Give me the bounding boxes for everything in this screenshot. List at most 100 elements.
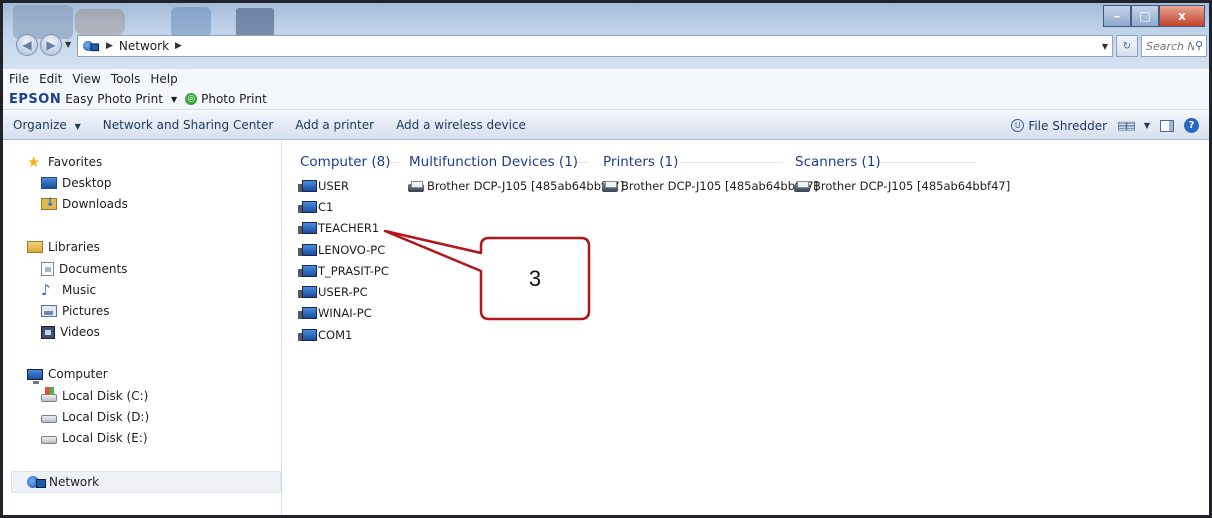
nav-downloads-label: Downloads [62, 197, 128, 211]
menu-help[interactable]: Help [150, 72, 177, 86]
search-icon[interactable]: ⚲ [1195, 39, 1203, 52]
refresh-icon: ↻ [1122, 40, 1132, 52]
nav-downloads[interactable]: Downloads [41, 195, 128, 213]
network-computer-icon [298, 328, 317, 342]
computer-item-t-prasit-pc[interactable]: T_PRASIT-PC [298, 262, 389, 280]
breadcrumb-network[interactable]: Network [119, 39, 169, 53]
scanner-device-item[interactable]: Brother DCP-J105 [485ab64bbf47] [793, 177, 1010, 195]
close-button[interactable]: x [1159, 5, 1205, 27]
refresh-button[interactable]: ↻ [1116, 35, 1138, 57]
group-divider [679, 162, 782, 163]
file-shredder-label: File Shredder [1028, 118, 1108, 133]
disk-icon [41, 415, 57, 423]
network-sharing-center-button[interactable]: Network and Sharing Center [103, 118, 274, 132]
network-icon [82, 40, 100, 52]
breadcrumb-arrow-icon[interactable]: ▶ [106, 41, 113, 51]
printer-icon [601, 180, 619, 193]
epson-toolbar: EPSON Easy Photo Print ▼ ◎ Photo Print [3, 89, 1209, 110]
nav-documents[interactable]: Documents [41, 260, 127, 278]
nav-local-disk-e[interactable]: Local Disk (E:) [41, 429, 148, 447]
forward-button[interactable]: ▶ [40, 34, 62, 56]
nav-desktop-label: Desktop [62, 176, 112, 190]
nav-libraries[interactable]: Libraries [27, 238, 100, 256]
easy-photo-print-button[interactable]: Easy Photo Print [65, 92, 163, 106]
address-dropdown-icon[interactable]: ▼ [1102, 42, 1108, 51]
breadcrumb-arrow-icon[interactable]: ▶ [175, 41, 182, 51]
star-icon: ★ [27, 153, 41, 171]
videos-icon [41, 325, 55, 339]
computer-item-label: TEACHER1 [318, 221, 380, 235]
nav-local-disk-d[interactable]: Local Disk (D:) [41, 408, 149, 426]
file-shredder-icon: U [1011, 119, 1025, 132]
navigation-pane: ★ Favorites Desktop Downloads Libraries … [3, 141, 282, 515]
content-pane: Computer (8) Multifunction Devices (1) P… [283, 141, 1209, 515]
explorer-window: – □ x ◀ ▶ ▼ ▶ Network ▶ ▼ ↻ ⚲ [0, 0, 1212, 518]
help-icon[interactable]: ? [1184, 118, 1199, 133]
downloads-icon [41, 195, 57, 210]
back-arrow-icon: ◀ [22, 38, 32, 52]
computer-item-teacher1[interactable]: TEACHER1 [298, 219, 379, 237]
nav-desktop[interactable]: Desktop [41, 174, 112, 192]
network-computer-icon [298, 306, 317, 320]
printer-device-item[interactable]: Brother DCP-J105 [485ab64bbf47] [601, 177, 818, 195]
nav-libraries-label: Libraries [48, 240, 100, 254]
preview-pane-icon[interactable] [1160, 119, 1174, 132]
photo-print-button[interactable]: Photo Print [201, 92, 267, 106]
network-computer-icon [298, 264, 317, 278]
menu-tools[interactable]: Tools [111, 72, 141, 86]
nav-network[interactable]: Network [27, 473, 99, 491]
menu-edit[interactable]: Edit [39, 72, 62, 86]
address-bar[interactable]: ▶ Network ▶ ▼ [77, 35, 1113, 57]
nav-pictures[interactable]: Pictures [41, 302, 110, 320]
group-divider [880, 162, 975, 163]
menu-file[interactable]: File [9, 72, 29, 86]
change-view-icon[interactable]: ▤▤ [1117, 119, 1136, 132]
maximize-button[interactable]: □ [1131, 5, 1159, 27]
organize-button[interactable]: Organize ▼ [13, 118, 81, 132]
chevron-down-icon: ▼ [74, 122, 81, 131]
group-divider [577, 162, 588, 163]
title-bar: – □ x ◀ ▶ ▼ ▶ Network ▶ ▼ ↻ ⚲ [3, 3, 1209, 69]
file-shredder-button[interactable]: U File Shredder [1011, 119, 1107, 133]
add-printer-button[interactable]: Add a printer [295, 118, 374, 132]
music-icon: ♪ [41, 281, 51, 299]
group-divider [390, 162, 400, 163]
computer-item-c1[interactable]: C1 [298, 198, 333, 216]
menu-view[interactable]: View [72, 72, 100, 86]
nav-local-disk-d-label: Local Disk (D:) [62, 410, 150, 424]
add-wireless-device-button[interactable]: Add a wireless device [396, 118, 526, 132]
computer-item-label: T_PRASIT-PC [318, 264, 389, 278]
recent-pages-dropdown[interactable]: ▼ [65, 40, 71, 49]
group-header-computer[interactable]: Computer (8) [300, 154, 391, 170]
network-computer-icon [298, 179, 317, 193]
nav-favorites[interactable]: ★ Favorites [27, 153, 102, 171]
nav-local-disk-c[interactable]: Local Disk (C:) [41, 387, 148, 405]
computer-item-user-pc[interactable]: USER-PC [298, 283, 368, 301]
search-input[interactable] [1146, 39, 1194, 53]
group-header-printers[interactable]: Printers (1) [603, 154, 678, 170]
window-controls: – □ x [1103, 5, 1205, 27]
epson-logo: EPSON [9, 91, 62, 107]
network-computer-icon [298, 221, 317, 235]
computer-item-lenovo-pc[interactable]: LENOVO-PC [298, 241, 385, 259]
back-button[interactable]: ◀ [16, 34, 38, 56]
network-icon [27, 476, 46, 488]
nav-computer[interactable]: Computer [27, 365, 108, 384]
minimize-button[interactable]: – [1103, 5, 1131, 27]
desktop-icon [41, 177, 57, 189]
nav-local-disk-c-label: Local Disk (C:) [62, 389, 149, 403]
multifunction-device-item[interactable]: Brother DCP-J105 [485ab64bbf47] [407, 177, 624, 195]
computer-item-winai-pc[interactable]: WINAI-PC [298, 304, 372, 322]
chevron-down-icon[interactable]: ▼ [1144, 121, 1150, 130]
nav-music[interactable]: ♪ Music [41, 281, 96, 299]
search-box[interactable]: ⚲ [1141, 35, 1207, 57]
callout-number: 3 [528, 265, 542, 291]
nav-videos[interactable]: Videos [41, 323, 100, 341]
group-header-scanners[interactable]: Scanners (1) [795, 154, 881, 170]
computer-item-user[interactable]: USER [298, 177, 349, 195]
group-header-multifunction[interactable]: Multifunction Devices (1) [409, 154, 578, 170]
computer-item-com1[interactable]: COM1 [298, 326, 352, 344]
chevron-down-icon[interactable]: ▼ [171, 95, 177, 104]
organize-label: Organize [13, 118, 67, 132]
computer-item-label: USER [318, 179, 349, 193]
